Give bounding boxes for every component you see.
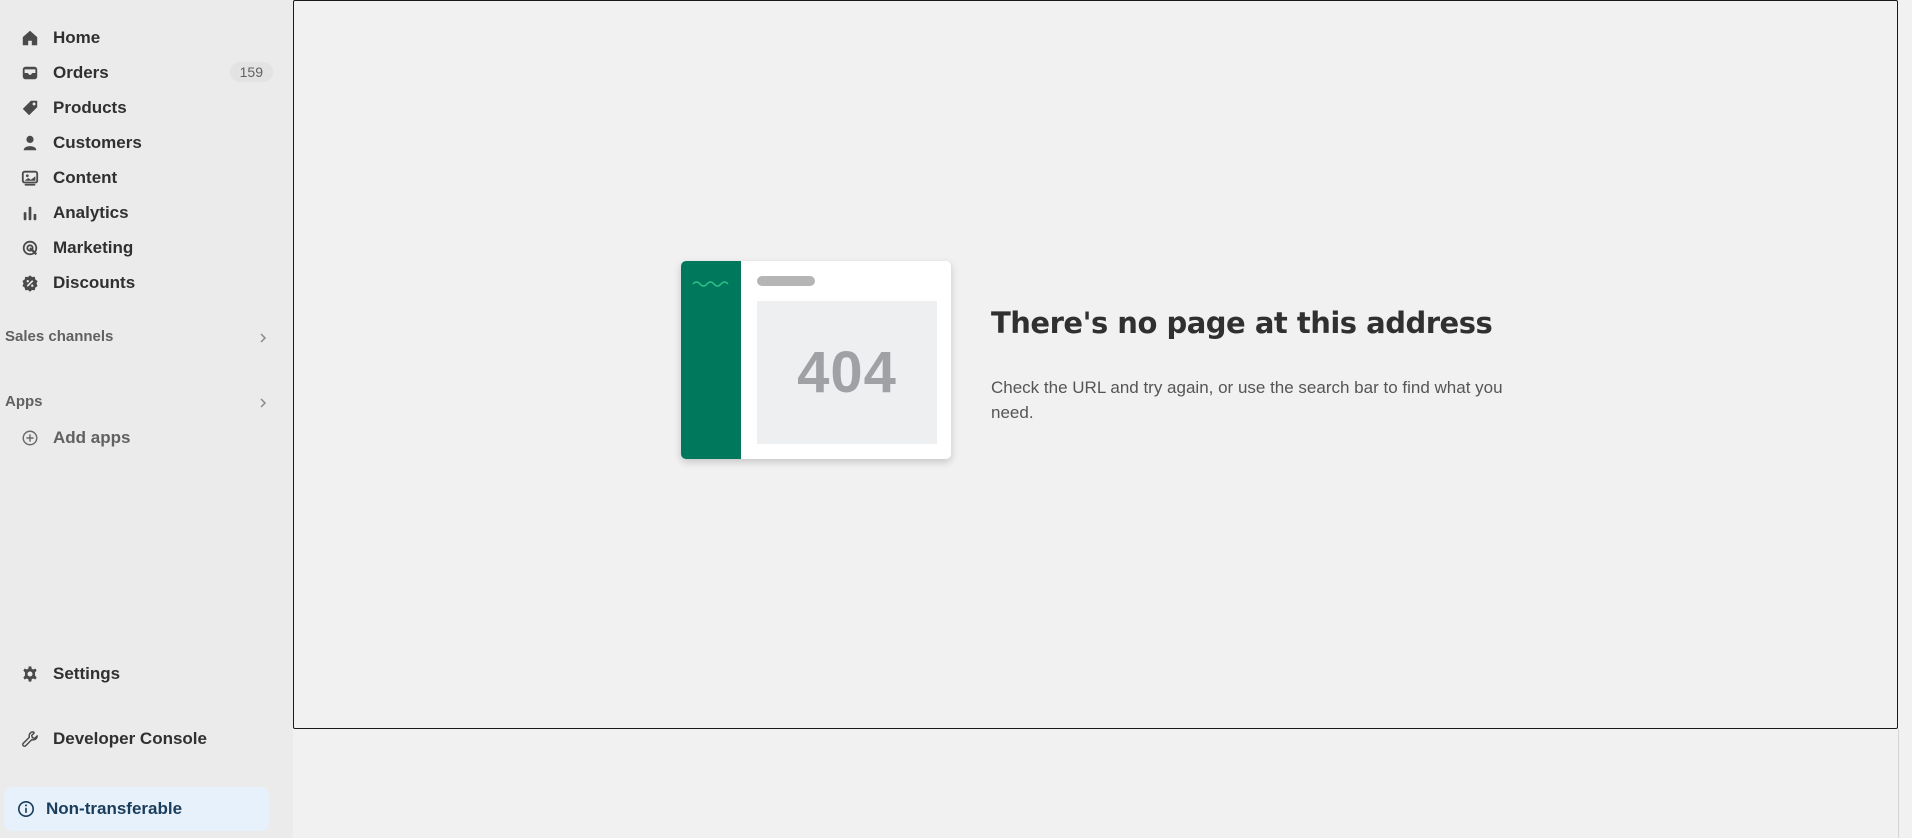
sales-channels-label: Sales channels bbox=[5, 328, 114, 345]
sidebar-item-label: Discounts bbox=[53, 272, 136, 292]
apps-section[interactable]: Apps bbox=[0, 393, 293, 413]
error-code: 404 bbox=[797, 340, 897, 405]
divider bbox=[1898, 729, 1899, 838]
apps-label: Apps bbox=[5, 393, 43, 410]
settings-label: Settings bbox=[53, 663, 121, 683]
error-illustration: 404 bbox=[681, 261, 951, 459]
sidebar-item-label: Home bbox=[53, 27, 101, 47]
home-icon bbox=[20, 28, 40, 48]
sales-channels-section[interactable]: Sales channels bbox=[0, 328, 293, 348]
error-description: Check the URL and try again, or use the … bbox=[991, 378, 1503, 422]
chevron-right-icon bbox=[260, 333, 267, 343]
sidebar-item-discounts[interactable]: Discounts bbox=[0, 265, 293, 300]
tag-icon bbox=[20, 98, 40, 118]
sidebar-item-products[interactable]: Products bbox=[0, 90, 293, 125]
chevron-right-icon bbox=[260, 398, 267, 408]
sidebar-item-label: Products bbox=[53, 97, 127, 117]
non-transferable-label: Non-transferable bbox=[46, 799, 183, 818]
sidebar-item-label: Orders bbox=[53, 62, 109, 82]
add-apps-label: Add apps bbox=[53, 427, 131, 447]
sidebar-item-marketing[interactable]: Marketing bbox=[0, 230, 293, 265]
bar-chart-icon bbox=[20, 203, 40, 223]
plus-circle-icon bbox=[20, 428, 40, 448]
sidebar-item-settings[interactable]: Settings bbox=[0, 656, 293, 691]
non-transferable-banner[interactable]: Non-transferable bbox=[4, 787, 269, 831]
sidebar-item-developer-console[interactable]: Developer Console bbox=[0, 721, 293, 756]
sidebar-item-customers[interactable]: Customers bbox=[0, 125, 293, 160]
sidebar-item-label: Analytics bbox=[53, 202, 129, 222]
sidebar-item-label: Content bbox=[53, 167, 118, 187]
sidebar-item-orders[interactable]: Orders 159 bbox=[0, 55, 293, 90]
page-title: There's no page at this address bbox=[991, 306, 1493, 340]
image-icon bbox=[20, 168, 40, 188]
main-content-frame bbox=[293, 0, 1898, 729]
sidebar-item-label: Marketing bbox=[53, 237, 134, 257]
sidebar-item-home[interactable]: Home bbox=[0, 20, 293, 55]
target-icon bbox=[20, 238, 40, 258]
discount-icon bbox=[20, 273, 40, 293]
person-icon bbox=[20, 133, 40, 153]
sidebar-item-label: Customers bbox=[53, 132, 142, 152]
gear-icon bbox=[20, 664, 40, 684]
orders-count-badge: 159 bbox=[229, 62, 273, 82]
illustration-sidebar-stripe bbox=[681, 261, 741, 459]
add-apps-button[interactable]: Add apps bbox=[0, 420, 293, 455]
sidebar-nav: Home Orders 159 Products Customers Conte… bbox=[0, 20, 293, 300]
sidebar: Home Orders 159 Products Customers Conte… bbox=[0, 0, 293, 838]
info-icon bbox=[17, 800, 35, 818]
inbox-icon bbox=[20, 63, 40, 83]
sidebar-item-analytics[interactable]: Analytics bbox=[0, 195, 293, 230]
wrench-icon bbox=[20, 729, 40, 749]
illustration-bar bbox=[757, 276, 815, 286]
wave-icon bbox=[692, 281, 729, 287]
sidebar-item-content[interactable]: Content bbox=[0, 160, 293, 195]
developer-console-label: Developer Console bbox=[53, 728, 207, 748]
illustration-panel: 404 bbox=[757, 301, 937, 444]
